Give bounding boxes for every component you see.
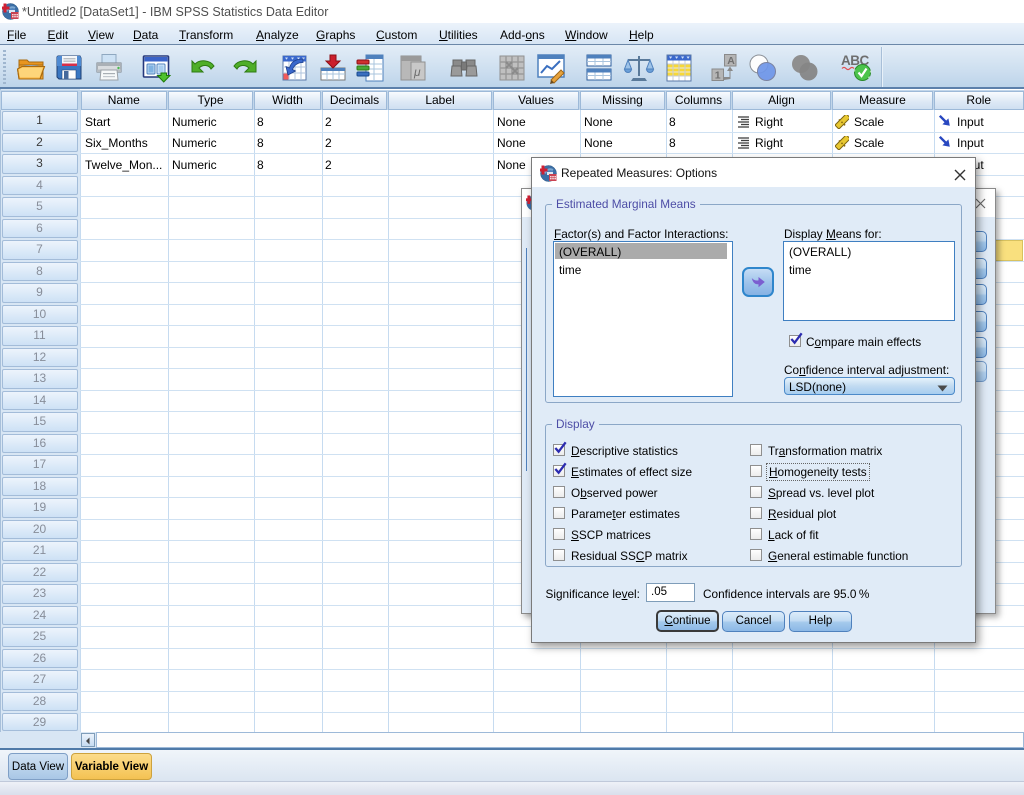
svg-text:1: 1 xyxy=(714,70,720,82)
svg-text:μ: μ xyxy=(413,65,421,79)
svg-text:A: A xyxy=(727,55,735,67)
